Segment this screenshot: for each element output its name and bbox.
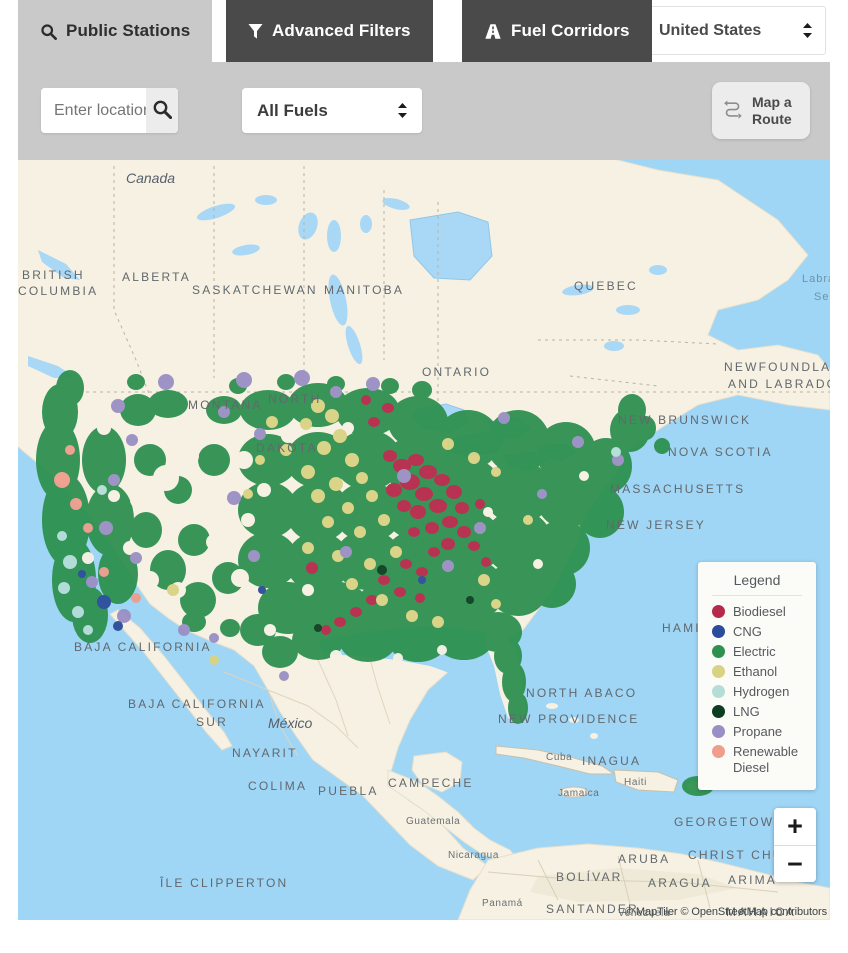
legend-color-swatch xyxy=(712,685,725,698)
map-attribution[interactable]: © MapTiler © OpenStreetMap contributors xyxy=(625,906,827,918)
legend-color-swatch xyxy=(712,705,725,718)
legend-color-swatch xyxy=(712,725,725,738)
tab-fuel-corridors[interactable]: Fuel Corridors xyxy=(462,0,652,62)
alt-fuel-station-locator: United States Public Stations Advanced F… xyxy=(0,0,848,953)
tab-public-stations[interactable]: Public Stations xyxy=(18,0,213,62)
route-label-line1: Map a xyxy=(752,93,792,110)
fuel-type-select-value: All Fuels xyxy=(257,100,328,120)
map-zoom-controls: + − xyxy=(774,808,816,882)
legend-color-swatch xyxy=(712,645,725,658)
legend-item[interactable]: Hydrogen xyxy=(698,682,816,702)
legend-item[interactable]: LNG xyxy=(698,702,816,722)
country-select[interactable]: United States xyxy=(644,6,826,55)
country-select-value: United States xyxy=(659,21,762,39)
map-legend: Legend Biodiesel CNG Electric Ethanol Hydrog… xyxy=(698,562,816,790)
tab-advanced-filters-label: Advanced Filters xyxy=(272,21,411,40)
zoom-out-button[interactable]: − xyxy=(774,845,816,882)
legend-item-label: LNG xyxy=(733,704,760,719)
legend-color-swatch xyxy=(712,665,725,678)
legend-items: Biodiesel CNG Electric Ethanol Hydrogen LNG Pr… xyxy=(698,602,816,778)
legend-item[interactable]: Ethanol xyxy=(698,662,816,682)
fuel-type-select[interactable]: All Fuels xyxy=(242,88,422,133)
legend-item[interactable]: Renewable Diesel xyxy=(698,742,816,778)
station-map[interactable]: Canada BRITISH COLUMBIA ALBERTA SASKATCHEWAN… xyxy=(18,160,830,920)
legend-item-label: Hydrogen xyxy=(733,684,790,699)
tab-fuel-corridors-label: Fuel Corridors xyxy=(511,21,630,40)
search-submit-button[interactable] xyxy=(146,88,178,133)
legend-item-label: Biodiesel xyxy=(733,604,786,619)
map-toolbar: All Fuels Map a Route xyxy=(18,62,830,160)
highway-icon xyxy=(484,23,502,40)
legend-item-label: CNG xyxy=(733,624,762,639)
route-icon xyxy=(722,97,745,125)
legend-item[interactable]: Biodiesel xyxy=(698,602,816,622)
legend-item-label: Electric xyxy=(733,644,776,659)
legend-item[interactable]: Electric xyxy=(698,642,816,662)
route-label-line2: Route xyxy=(752,110,792,127)
legend-item-label: Renewable Diesel xyxy=(733,744,799,775)
location-search-group xyxy=(41,88,178,133)
legend-item[interactable]: Propane xyxy=(698,722,816,742)
search-input[interactable] xyxy=(41,88,146,133)
search-icon xyxy=(40,23,57,40)
map-a-route-button[interactable]: Map a Route xyxy=(712,82,810,139)
legend-item-label: Propane xyxy=(733,724,783,739)
tab-public-stations-label: Public Stations xyxy=(66,21,191,40)
legend-color-swatch xyxy=(712,605,725,618)
tab-bar: United States Public Stations Advanced F… xyxy=(0,0,848,62)
legend-color-swatch xyxy=(712,745,725,758)
chevron-updown-icon xyxy=(802,22,813,39)
map-a-route-label: Map a Route xyxy=(752,94,792,128)
chevron-updown-icon xyxy=(397,102,408,119)
zoom-in-button[interactable]: + xyxy=(774,808,816,845)
legend-item[interactable]: CNG xyxy=(698,622,816,642)
map-basemap xyxy=(18,160,830,920)
tab-advanced-filters[interactable]: Advanced Filters xyxy=(226,0,433,62)
legend-color-swatch xyxy=(712,625,725,638)
legend-item-label: Ethanol xyxy=(733,664,778,679)
search-icon xyxy=(152,99,173,122)
legend-title: Legend xyxy=(712,572,802,596)
filter-icon xyxy=(248,23,263,40)
